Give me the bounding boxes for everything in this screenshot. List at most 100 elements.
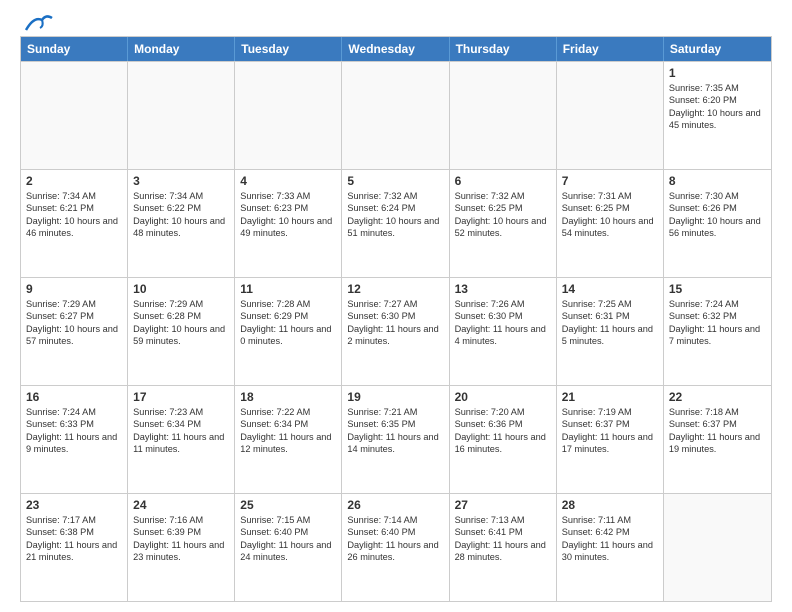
cell-day-number: 6 (455, 174, 551, 188)
calendar-cell (557, 62, 664, 169)
calendar-cell (450, 62, 557, 169)
cell-day-number: 18 (240, 390, 336, 404)
cell-day-number: 23 (26, 498, 122, 512)
cell-info: Sunrise: 7:18 AM Sunset: 6:37 PM Dayligh… (669, 406, 766, 456)
day-header: Thursday (450, 37, 557, 61)
calendar-cell: 25Sunrise: 7:15 AM Sunset: 6:40 PM Dayli… (235, 494, 342, 601)
calendar: SundayMondayTuesdayWednesdayThursdayFrid… (20, 36, 772, 602)
week-row: 2 Sunrise: 7:34 AM Sunset: 6:21 PM Daylig… (21, 169, 771, 277)
calendar-cell: 11Sunrise: 7:28 AM Sunset: 6:29 PM Dayli… (235, 278, 342, 385)
cell-day-number: 26 (347, 498, 443, 512)
weeks: 1 Sunrise: 7:35 AM Sunset: 6:20 PM Daylig… (21, 61, 771, 601)
day-headers: SundayMondayTuesdayWednesdayThursdayFrid… (21, 37, 771, 61)
calendar-cell: 22 Sunrise: 7:18 AM Sunset: 6:37 PM Dayli… (664, 386, 771, 493)
cell-day-number: 28 (562, 498, 658, 512)
cell-day-number: 21 (562, 390, 658, 404)
cell-day-number: 22 (669, 390, 766, 404)
calendar-cell: 9Sunrise: 7:29 AM Sunset: 6:27 PM Daylig… (21, 278, 128, 385)
cell-day-number: 11 (240, 282, 336, 296)
cell-day-number: 24 (133, 498, 229, 512)
cell-info: Sunrise: 7:11 AM Sunset: 6:42 PM Dayligh… (562, 514, 658, 564)
cell-info: Sunrise: 7:29 AM Sunset: 6:28 PM Dayligh… (133, 298, 229, 348)
cell-info: Sunrise: 7:16 AM Sunset: 6:39 PM Dayligh… (133, 514, 229, 564)
cell-day-number: 14 (562, 282, 658, 296)
calendar-cell: 5 Sunrise: 7:32 AM Sunset: 6:24 PM Daylig… (342, 170, 449, 277)
calendar-cell: 18 Sunrise: 7:22 AM Sunset: 6:34 PM Dayli… (235, 386, 342, 493)
cell-day-number: 8 (669, 174, 766, 188)
cell-info: Sunrise: 7:33 AM Sunset: 6:23 PM Dayligh… (240, 190, 336, 240)
cell-day-number: 27 (455, 498, 551, 512)
cell-info: Sunrise: 7:19 AM Sunset: 6:37 PM Dayligh… (562, 406, 658, 456)
day-header: Wednesday (342, 37, 449, 61)
calendar-cell: 8 Sunrise: 7:30 AM Sunset: 6:26 PM Daylig… (664, 170, 771, 277)
calendar-cell: 10 Sunrise: 7:29 AM Sunset: 6:28 PM Dayli… (128, 278, 235, 385)
calendar-cell: 15 Sunrise: 7:24 AM Sunset: 6:32 PM Dayli… (664, 278, 771, 385)
calendar-cell: 19 Sunrise: 7:21 AM Sunset: 6:35 PM Dayli… (342, 386, 449, 493)
logo (20, 16, 54, 28)
calendar-cell: 2 Sunrise: 7:34 AM Sunset: 6:21 PM Daylig… (21, 170, 128, 277)
cell-info: Sunrise: 7:30 AM Sunset: 6:26 PM Dayligh… (669, 190, 766, 240)
calendar-cell: 7Sunrise: 7:31 AM Sunset: 6:25 PM Daylig… (557, 170, 664, 277)
calendar-cell: 21 Sunrise: 7:19 AM Sunset: 6:37 PM Dayli… (557, 386, 664, 493)
logo-bird-icon (22, 12, 54, 34)
cell-info: Sunrise: 7:21 AM Sunset: 6:35 PM Dayligh… (347, 406, 443, 456)
calendar-cell: 26 Sunrise: 7:14 AM Sunset: 6:40 PM Dayli… (342, 494, 449, 601)
cell-info: Sunrise: 7:27 AM Sunset: 6:30 PM Dayligh… (347, 298, 443, 348)
cell-day-number: 3 (133, 174, 229, 188)
cell-info: Sunrise: 7:17 AM Sunset: 6:38 PM Dayligh… (26, 514, 122, 564)
cell-day-number: 17 (133, 390, 229, 404)
cell-info: Sunrise: 7:24 AM Sunset: 6:32 PM Dayligh… (669, 298, 766, 348)
cell-day-number: 4 (240, 174, 336, 188)
calendar-cell: 14 Sunrise: 7:25 AM Sunset: 6:31 PM Dayli… (557, 278, 664, 385)
calendar-cell: 20 Sunrise: 7:20 AM Sunset: 6:36 PM Dayli… (450, 386, 557, 493)
cell-info: Sunrise: 7:34 AM Sunset: 6:21 PM Dayligh… (26, 190, 122, 240)
cell-day-number: 2 (26, 174, 122, 188)
calendar-cell (235, 62, 342, 169)
page: SundayMondayTuesdayWednesdayThursdayFrid… (0, 0, 792, 612)
calendar-cell: 3 Sunrise: 7:34 AM Sunset: 6:22 PM Daylig… (128, 170, 235, 277)
calendar-cell (128, 62, 235, 169)
week-row: 23 Sunrise: 7:17 AM Sunset: 6:38 PM Dayli… (21, 493, 771, 601)
header (20, 16, 772, 28)
cell-info: Sunrise: 7:15 AM Sunset: 6:40 PM Dayligh… (240, 514, 336, 564)
cell-day-number: 15 (669, 282, 766, 296)
day-header: Monday (128, 37, 235, 61)
cell-info: Sunrise: 7:25 AM Sunset: 6:31 PM Dayligh… (562, 298, 658, 348)
cell-info: Sunrise: 7:20 AM Sunset: 6:36 PM Dayligh… (455, 406, 551, 456)
cell-info: Sunrise: 7:22 AM Sunset: 6:34 PM Dayligh… (240, 406, 336, 456)
cell-info: Sunrise: 7:35 AM Sunset: 6:20 PM Dayligh… (669, 82, 766, 132)
cell-info: Sunrise: 7:24 AM Sunset: 6:33 PM Dayligh… (26, 406, 122, 456)
cell-day-number: 13 (455, 282, 551, 296)
cell-day-number: 19 (347, 390, 443, 404)
cell-day-number: 5 (347, 174, 443, 188)
cell-info: Sunrise: 7:29 AM Sunset: 6:27 PM Dayligh… (26, 298, 122, 348)
calendar-cell: 27 Sunrise: 7:13 AM Sunset: 6:41 PM Dayli… (450, 494, 557, 601)
calendar-cell: 13Sunrise: 7:26 AM Sunset: 6:30 PM Dayli… (450, 278, 557, 385)
cell-day-number: 20 (455, 390, 551, 404)
cell-info: Sunrise: 7:32 AM Sunset: 6:24 PM Dayligh… (347, 190, 443, 240)
calendar-cell: 23 Sunrise: 7:17 AM Sunset: 6:38 PM Dayli… (21, 494, 128, 601)
cell-day-number: 1 (669, 66, 766, 80)
cell-info: Sunrise: 7:34 AM Sunset: 6:22 PM Dayligh… (133, 190, 229, 240)
calendar-cell: 24 Sunrise: 7:16 AM Sunset: 6:39 PM Dayli… (128, 494, 235, 601)
calendar-cell: 16 Sunrise: 7:24 AM Sunset: 6:33 PM Dayli… (21, 386, 128, 493)
day-header: Tuesday (235, 37, 342, 61)
week-row: 16 Sunrise: 7:24 AM Sunset: 6:33 PM Dayli… (21, 385, 771, 493)
calendar-cell: 6Sunrise: 7:32 AM Sunset: 6:25 PM Daylig… (450, 170, 557, 277)
cell-info: Sunrise: 7:14 AM Sunset: 6:40 PM Dayligh… (347, 514, 443, 564)
calendar-cell: 1 Sunrise: 7:35 AM Sunset: 6:20 PM Daylig… (664, 62, 771, 169)
calendar-cell (21, 62, 128, 169)
week-row: 1 Sunrise: 7:35 AM Sunset: 6:20 PM Daylig… (21, 61, 771, 169)
calendar-cell: 4 Sunrise: 7:33 AM Sunset: 6:23 PM Daylig… (235, 170, 342, 277)
calendar-cell (664, 494, 771, 601)
week-row: 9Sunrise: 7:29 AM Sunset: 6:27 PM Daylig… (21, 277, 771, 385)
cell-info: Sunrise: 7:31 AM Sunset: 6:25 PM Dayligh… (562, 190, 658, 240)
calendar-cell (342, 62, 449, 169)
cell-info: Sunrise: 7:13 AM Sunset: 6:41 PM Dayligh… (455, 514, 551, 564)
calendar-cell: 28 Sunrise: 7:11 AM Sunset: 6:42 PM Dayli… (557, 494, 664, 601)
cell-day-number: 10 (133, 282, 229, 296)
day-header: Friday (557, 37, 664, 61)
cell-day-number: 16 (26, 390, 122, 404)
calendar-cell: 17Sunrise: 7:23 AM Sunset: 6:34 PM Dayli… (128, 386, 235, 493)
day-header: Saturday (664, 37, 771, 61)
